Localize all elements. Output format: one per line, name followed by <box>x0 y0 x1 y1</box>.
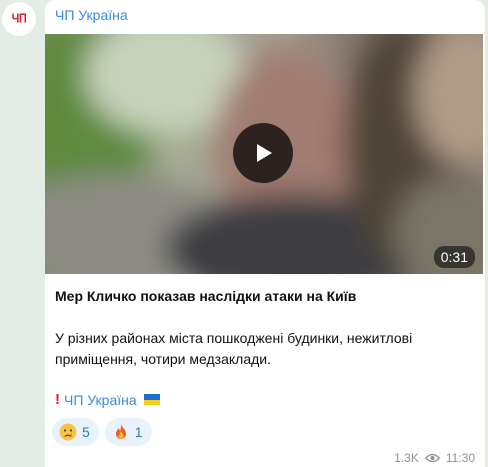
video-player[interactable]: 0:31 <box>45 34 483 274</box>
post-title: Мер Кличко показав наслідки атаки на Киї… <box>55 288 357 304</box>
video-duration: 0:31 <box>433 246 475 268</box>
reaction-fire[interactable]: 1 <box>104 418 152 446</box>
eye-icon <box>424 453 440 463</box>
fire-icon <box>112 423 130 441</box>
view-count: 1.3K <box>394 451 419 465</box>
message-time: 11:30 <box>445 451 475 465</box>
reactions-bar: 5 1 <box>52 418 152 446</box>
exclamation-icon: ! <box>55 391 60 408</box>
message-bubble: ЧП Україна 0:31 Мер Кличко показав наслі… <box>45 0 485 467</box>
message-meta: 1.3K 11:30 <box>394 451 475 465</box>
channel-signature-link[interactable]: ЧП Україна <box>64 392 137 408</box>
post-body: У різних районах міста пошкоджені будинк… <box>55 330 413 367</box>
channel-avatar[interactable]: ЧП <box>2 2 36 36</box>
reaction-count: 1 <box>134 424 143 440</box>
reaction-crying[interactable]: 5 <box>52 418 99 446</box>
post-signature: ! ЧП Україна <box>55 391 160 408</box>
ukraine-flag-icon <box>143 394 160 405</box>
channel-name[interactable]: ЧП Україна <box>55 7 128 23</box>
play-icon <box>257 144 272 162</box>
crying-face-icon <box>59 423 77 441</box>
avatar-text: ЧП <box>11 12 27 26</box>
play-button[interactable] <box>233 123 293 183</box>
reaction-count: 5 <box>82 424 90 440</box>
